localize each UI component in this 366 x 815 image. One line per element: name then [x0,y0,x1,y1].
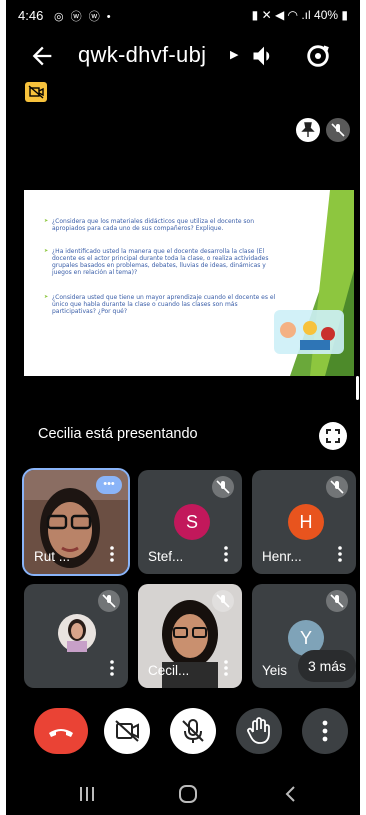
speaker-icon[interactable] [250,42,278,70]
presentation-tile[interactable]: ¿Considera que los materiales didácticos… [24,112,354,458]
notification-icons: ◎ ⓦ ⓦ • [54,11,113,23]
slide-question-1: ¿Considera que los materiales didácticos… [44,218,278,232]
scroll-indicator[interactable] [356,376,359,400]
participant-avatar: S [174,504,210,540]
mic-toggle-button[interactable] [170,708,216,754]
meeting-info-caret-icon[interactable]: ▶ [230,48,238,61]
battery-level: 40% [314,8,339,22]
slide-decoration-graphic [274,190,354,376]
mic-off-icon [326,590,348,612]
fullscreen-icon[interactable] [319,422,347,450]
participant-tile[interactable]: S Stef... [138,470,242,574]
battery-icon: ▮ [338,8,348,22]
meeting-header: qwk-dhvf-ubj ▶ [6,32,360,80]
raise-hand-button[interactable] [236,708,282,754]
status-bar: 4:46 ◎ ⓦ ⓦ • ▮ ✕ ◀ ◠ .ıl 40% ▮ [6,0,360,32]
participant-name: Rut ... [34,549,71,564]
participant-name: Stef... [148,549,184,564]
mic-off-icon [212,590,234,612]
mic-off-icon [182,719,204,743]
status-right: ▮ ✕ ◀ ◠ .ıl 40% ▮ [252,8,348,22]
home-icon[interactable] [178,784,198,804]
participant-name: Yeis [262,663,288,678]
more-options-icon[interactable] [224,546,228,562]
camera-off-icon [115,720,139,742]
back-nav-icon[interactable] [284,785,296,803]
recent-apps-icon[interactable] [78,786,96,802]
meeting-code[interactable]: qwk-dhvf-ubj [78,42,206,68]
more-vert-icon [322,720,328,742]
more-options-button[interactable] [302,708,348,754]
slide-question-2: ¿Ha identificado usted la manera que el … [44,248,278,276]
camera-off-badge-icon [25,82,47,102]
mic-off-icon [98,590,120,612]
slide-question-3: ¿Considera usted que tiene un mayor apre… [44,294,278,315]
camera-toggle-button[interactable] [104,708,150,754]
participant-name: Henr... [262,549,302,564]
end-call-icon [49,729,73,737]
participant-tile[interactable]: H Henr... [252,470,356,574]
participant-tile[interactable]: Cecil... [138,584,242,688]
status-time: 4:46 [18,8,44,23]
participant-avatar: H [288,504,324,540]
hand-icon [247,717,270,744]
system-status-icons: ▮ ✕ ◀ ◠ .ıl [251,8,315,22]
more-options-icon[interactable] [110,660,114,676]
more-participants-pill[interactable]: 3 más [298,650,356,682]
back-arrow-icon[interactable] [28,42,56,70]
more-options-icon[interactable] [110,546,114,562]
more-options-icon[interactable] [224,660,228,676]
system-nav-bar [6,768,360,815]
mic-off-icon [326,476,348,498]
mic-off-icon [326,118,350,142]
participant-photo-avatar [58,614,96,652]
mic-off-icon [212,476,234,498]
speaking-indicator-icon: ••• [96,476,122,494]
switch-camera-icon[interactable] [304,42,332,70]
pin-icon[interactable] [296,118,320,142]
shared-slide: ¿Considera que los materiales didácticos… [24,190,354,376]
participant-name: Cecil... [148,663,190,678]
participant-tile[interactable] [24,584,128,688]
participant-tile[interactable]: ••• Rut ... [22,468,130,576]
more-options-icon[interactable] [338,546,342,562]
meet-screen: 4:46 ◎ ⓦ ⓦ • ▮ ✕ ◀ ◠ .ıl 40% ▮ qwk-dhvf-… [6,0,360,815]
presenter-label: Cecilia está presentando [38,426,198,442]
end-call-button[interactable] [34,708,88,754]
